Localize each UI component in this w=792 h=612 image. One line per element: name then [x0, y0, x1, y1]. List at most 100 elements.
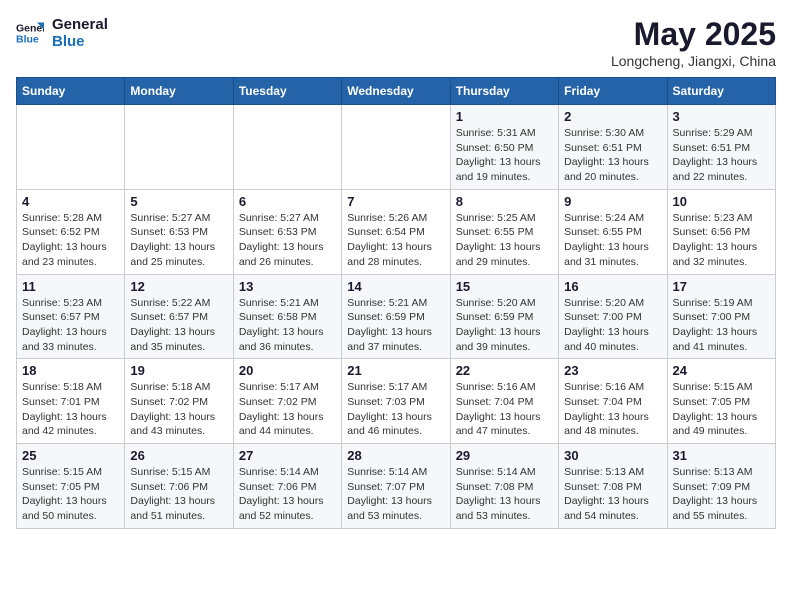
- calendar-subtitle: Longcheng, Jiangxi, China: [611, 53, 776, 69]
- calendar-cell: 11Sunrise: 5:23 AM Sunset: 6:57 PM Dayli…: [17, 274, 125, 359]
- calendar-cell: 6 Sunrise: 5:27 AM Sunset: 6:53 PM Daylig…: [233, 189, 341, 274]
- day-number: 5: [130, 194, 227, 209]
- calendar-week-row: 11Sunrise: 5:23 AM Sunset: 6:57 PM Dayli…: [17, 274, 776, 359]
- day-number: 21: [347, 363, 444, 378]
- calendar-cell: 23Sunrise: 5:16 AM Sunset: 7:04 PM Dayli…: [559, 359, 667, 444]
- calendar-cell: 16Sunrise: 5:20 AM Sunset: 7:00 PM Dayli…: [559, 274, 667, 359]
- calendar-week-row: 1 Sunrise: 5:31 AM Sunset: 6:50 PM Daylig…: [17, 105, 776, 190]
- logo-blue: Blue: [52, 33, 108, 50]
- day-number: 20: [239, 363, 336, 378]
- page-header: General Blue General Blue May 2025 Longc…: [16, 16, 776, 69]
- day-info: Sunrise: 5:30 AM Sunset: 6:51 PM Dayligh…: [564, 126, 661, 185]
- calendar-cell: 7 Sunrise: 5:26 AM Sunset: 6:54 PM Daylig…: [342, 189, 450, 274]
- calendar-cell: [233, 105, 341, 190]
- day-number: 19: [130, 363, 227, 378]
- day-number: 10: [673, 194, 770, 209]
- calendar-cell: 21Sunrise: 5:17 AM Sunset: 7:03 PM Dayli…: [342, 359, 450, 444]
- day-info: Sunrise: 5:14 AM Sunset: 7:07 PM Dayligh…: [347, 465, 444, 524]
- day-number: 17: [673, 279, 770, 294]
- day-number: 24: [673, 363, 770, 378]
- day-number: 26: [130, 448, 227, 463]
- calendar-cell: 30 Sunrise: 5:13 AM Sunset: 7:08 PM Dayli…: [559, 444, 667, 529]
- day-info: Sunrise: 5:14 AM Sunset: 7:06 PM Dayligh…: [239, 465, 336, 524]
- day-number: 12: [130, 279, 227, 294]
- day-number: 11: [22, 279, 119, 294]
- calendar-cell: 13 Sunrise: 5:21 AM Sunset: 6:58 PM Dayli…: [233, 274, 341, 359]
- logo: General Blue General Blue: [16, 16, 108, 50]
- header-sunday: Sunday: [17, 78, 125, 105]
- day-info: Sunrise: 5:21 AM Sunset: 6:58 PM Dayligh…: [239, 296, 336, 355]
- calendar-cell: 19 Sunrise: 5:18 AM Sunset: 7:02 PM Dayli…: [125, 359, 233, 444]
- calendar-header-row: SundayMondayTuesdayWednesdayThursdayFrid…: [17, 78, 776, 105]
- day-info: Sunrise: 5:15 AM Sunset: 7:05 PM Dayligh…: [22, 465, 119, 524]
- day-info: Sunrise: 5:13 AM Sunset: 7:08 PM Dayligh…: [564, 465, 661, 524]
- day-info: Sunrise: 5:31 AM Sunset: 6:50 PM Dayligh…: [456, 126, 553, 185]
- day-number: 25: [22, 448, 119, 463]
- day-number: 2: [564, 109, 661, 124]
- day-number: 29: [456, 448, 553, 463]
- day-info: Sunrise: 5:19 AM Sunset: 7:00 PM Dayligh…: [673, 296, 770, 355]
- calendar-week-row: 18Sunrise: 5:18 AM Sunset: 7:01 PM Dayli…: [17, 359, 776, 444]
- calendar-cell: 25 Sunrise: 5:15 AM Sunset: 7:05 PM Dayli…: [17, 444, 125, 529]
- calendar-week-row: 25 Sunrise: 5:15 AM Sunset: 7:05 PM Dayli…: [17, 444, 776, 529]
- day-number: 28: [347, 448, 444, 463]
- day-number: 15: [456, 279, 553, 294]
- day-info: Sunrise: 5:28 AM Sunset: 6:52 PM Dayligh…: [22, 211, 119, 270]
- header-saturday: Saturday: [667, 78, 775, 105]
- day-info: Sunrise: 5:15 AM Sunset: 7:06 PM Dayligh…: [130, 465, 227, 524]
- calendar-cell: 14 Sunrise: 5:21 AM Sunset: 6:59 PM Dayli…: [342, 274, 450, 359]
- day-number: 7: [347, 194, 444, 209]
- day-info: Sunrise: 5:18 AM Sunset: 7:02 PM Dayligh…: [130, 380, 227, 439]
- day-number: 4: [22, 194, 119, 209]
- day-info: Sunrise: 5:14 AM Sunset: 7:08 PM Dayligh…: [456, 465, 553, 524]
- day-info: Sunrise: 5:27 AM Sunset: 6:53 PM Dayligh…: [130, 211, 227, 270]
- calendar-cell: 9Sunrise: 5:24 AM Sunset: 6:55 PM Daylig…: [559, 189, 667, 274]
- calendar-week-row: 4 Sunrise: 5:28 AM Sunset: 6:52 PM Daylig…: [17, 189, 776, 274]
- calendar-cell: [125, 105, 233, 190]
- calendar-cell: 24 Sunrise: 5:15 AM Sunset: 7:05 PM Dayli…: [667, 359, 775, 444]
- header-thursday: Thursday: [450, 78, 558, 105]
- header-tuesday: Tuesday: [233, 78, 341, 105]
- calendar-cell: 8Sunrise: 5:25 AM Sunset: 6:55 PM Daylig…: [450, 189, 558, 274]
- day-number: 13: [239, 279, 336, 294]
- calendar-cell: [342, 105, 450, 190]
- day-info: Sunrise: 5:17 AM Sunset: 7:02 PM Dayligh…: [239, 380, 336, 439]
- calendar-cell: 22 Sunrise: 5:16 AM Sunset: 7:04 PM Dayli…: [450, 359, 558, 444]
- calendar-cell: 4 Sunrise: 5:28 AM Sunset: 6:52 PM Daylig…: [17, 189, 125, 274]
- day-number: 9: [564, 194, 661, 209]
- svg-text:Blue: Blue: [16, 34, 39, 46]
- day-info: Sunrise: 5:16 AM Sunset: 7:04 PM Dayligh…: [564, 380, 661, 439]
- calendar-cell: 17 Sunrise: 5:19 AM Sunset: 7:00 PM Dayli…: [667, 274, 775, 359]
- day-info: Sunrise: 5:25 AM Sunset: 6:55 PM Dayligh…: [456, 211, 553, 270]
- day-number: 18: [22, 363, 119, 378]
- calendar-cell: [17, 105, 125, 190]
- day-number: 27: [239, 448, 336, 463]
- header-friday: Friday: [559, 78, 667, 105]
- calendar-cell: 31Sunrise: 5:13 AM Sunset: 7:09 PM Dayli…: [667, 444, 775, 529]
- calendar-cell: 10Sunrise: 5:23 AM Sunset: 6:56 PM Dayli…: [667, 189, 775, 274]
- header-monday: Monday: [125, 78, 233, 105]
- logo-icon: General Blue: [16, 19, 44, 47]
- calendar-cell: 1 Sunrise: 5:31 AM Sunset: 6:50 PM Daylig…: [450, 105, 558, 190]
- day-info: Sunrise: 5:20 AM Sunset: 7:00 PM Dayligh…: [564, 296, 661, 355]
- calendar-cell: 18Sunrise: 5:18 AM Sunset: 7:01 PM Dayli…: [17, 359, 125, 444]
- day-number: 31: [673, 448, 770, 463]
- day-info: Sunrise: 5:21 AM Sunset: 6:59 PM Dayligh…: [347, 296, 444, 355]
- day-number: 1: [456, 109, 553, 124]
- day-info: Sunrise: 5:29 AM Sunset: 6:51 PM Dayligh…: [673, 126, 770, 185]
- calendar-cell: 20 Sunrise: 5:17 AM Sunset: 7:02 PM Dayli…: [233, 359, 341, 444]
- day-info: Sunrise: 5:27 AM Sunset: 6:53 PM Dayligh…: [239, 211, 336, 270]
- day-info: Sunrise: 5:15 AM Sunset: 7:05 PM Dayligh…: [673, 380, 770, 439]
- day-number: 3: [673, 109, 770, 124]
- day-info: Sunrise: 5:26 AM Sunset: 6:54 PM Dayligh…: [347, 211, 444, 270]
- day-number: 14: [347, 279, 444, 294]
- day-number: 22: [456, 363, 553, 378]
- title-block: May 2025 Longcheng, Jiangxi, China: [611, 16, 776, 69]
- day-info: Sunrise: 5:16 AM Sunset: 7:04 PM Dayligh…: [456, 380, 553, 439]
- day-info: Sunrise: 5:20 AM Sunset: 6:59 PM Dayligh…: [456, 296, 553, 355]
- day-number: 30: [564, 448, 661, 463]
- calendar-cell: 28 Sunrise: 5:14 AM Sunset: 7:07 PM Dayli…: [342, 444, 450, 529]
- day-number: 6: [239, 194, 336, 209]
- logo-general: General: [52, 16, 108, 33]
- calendar-table: SundayMondayTuesdayWednesdayThursdayFrid…: [16, 77, 776, 529]
